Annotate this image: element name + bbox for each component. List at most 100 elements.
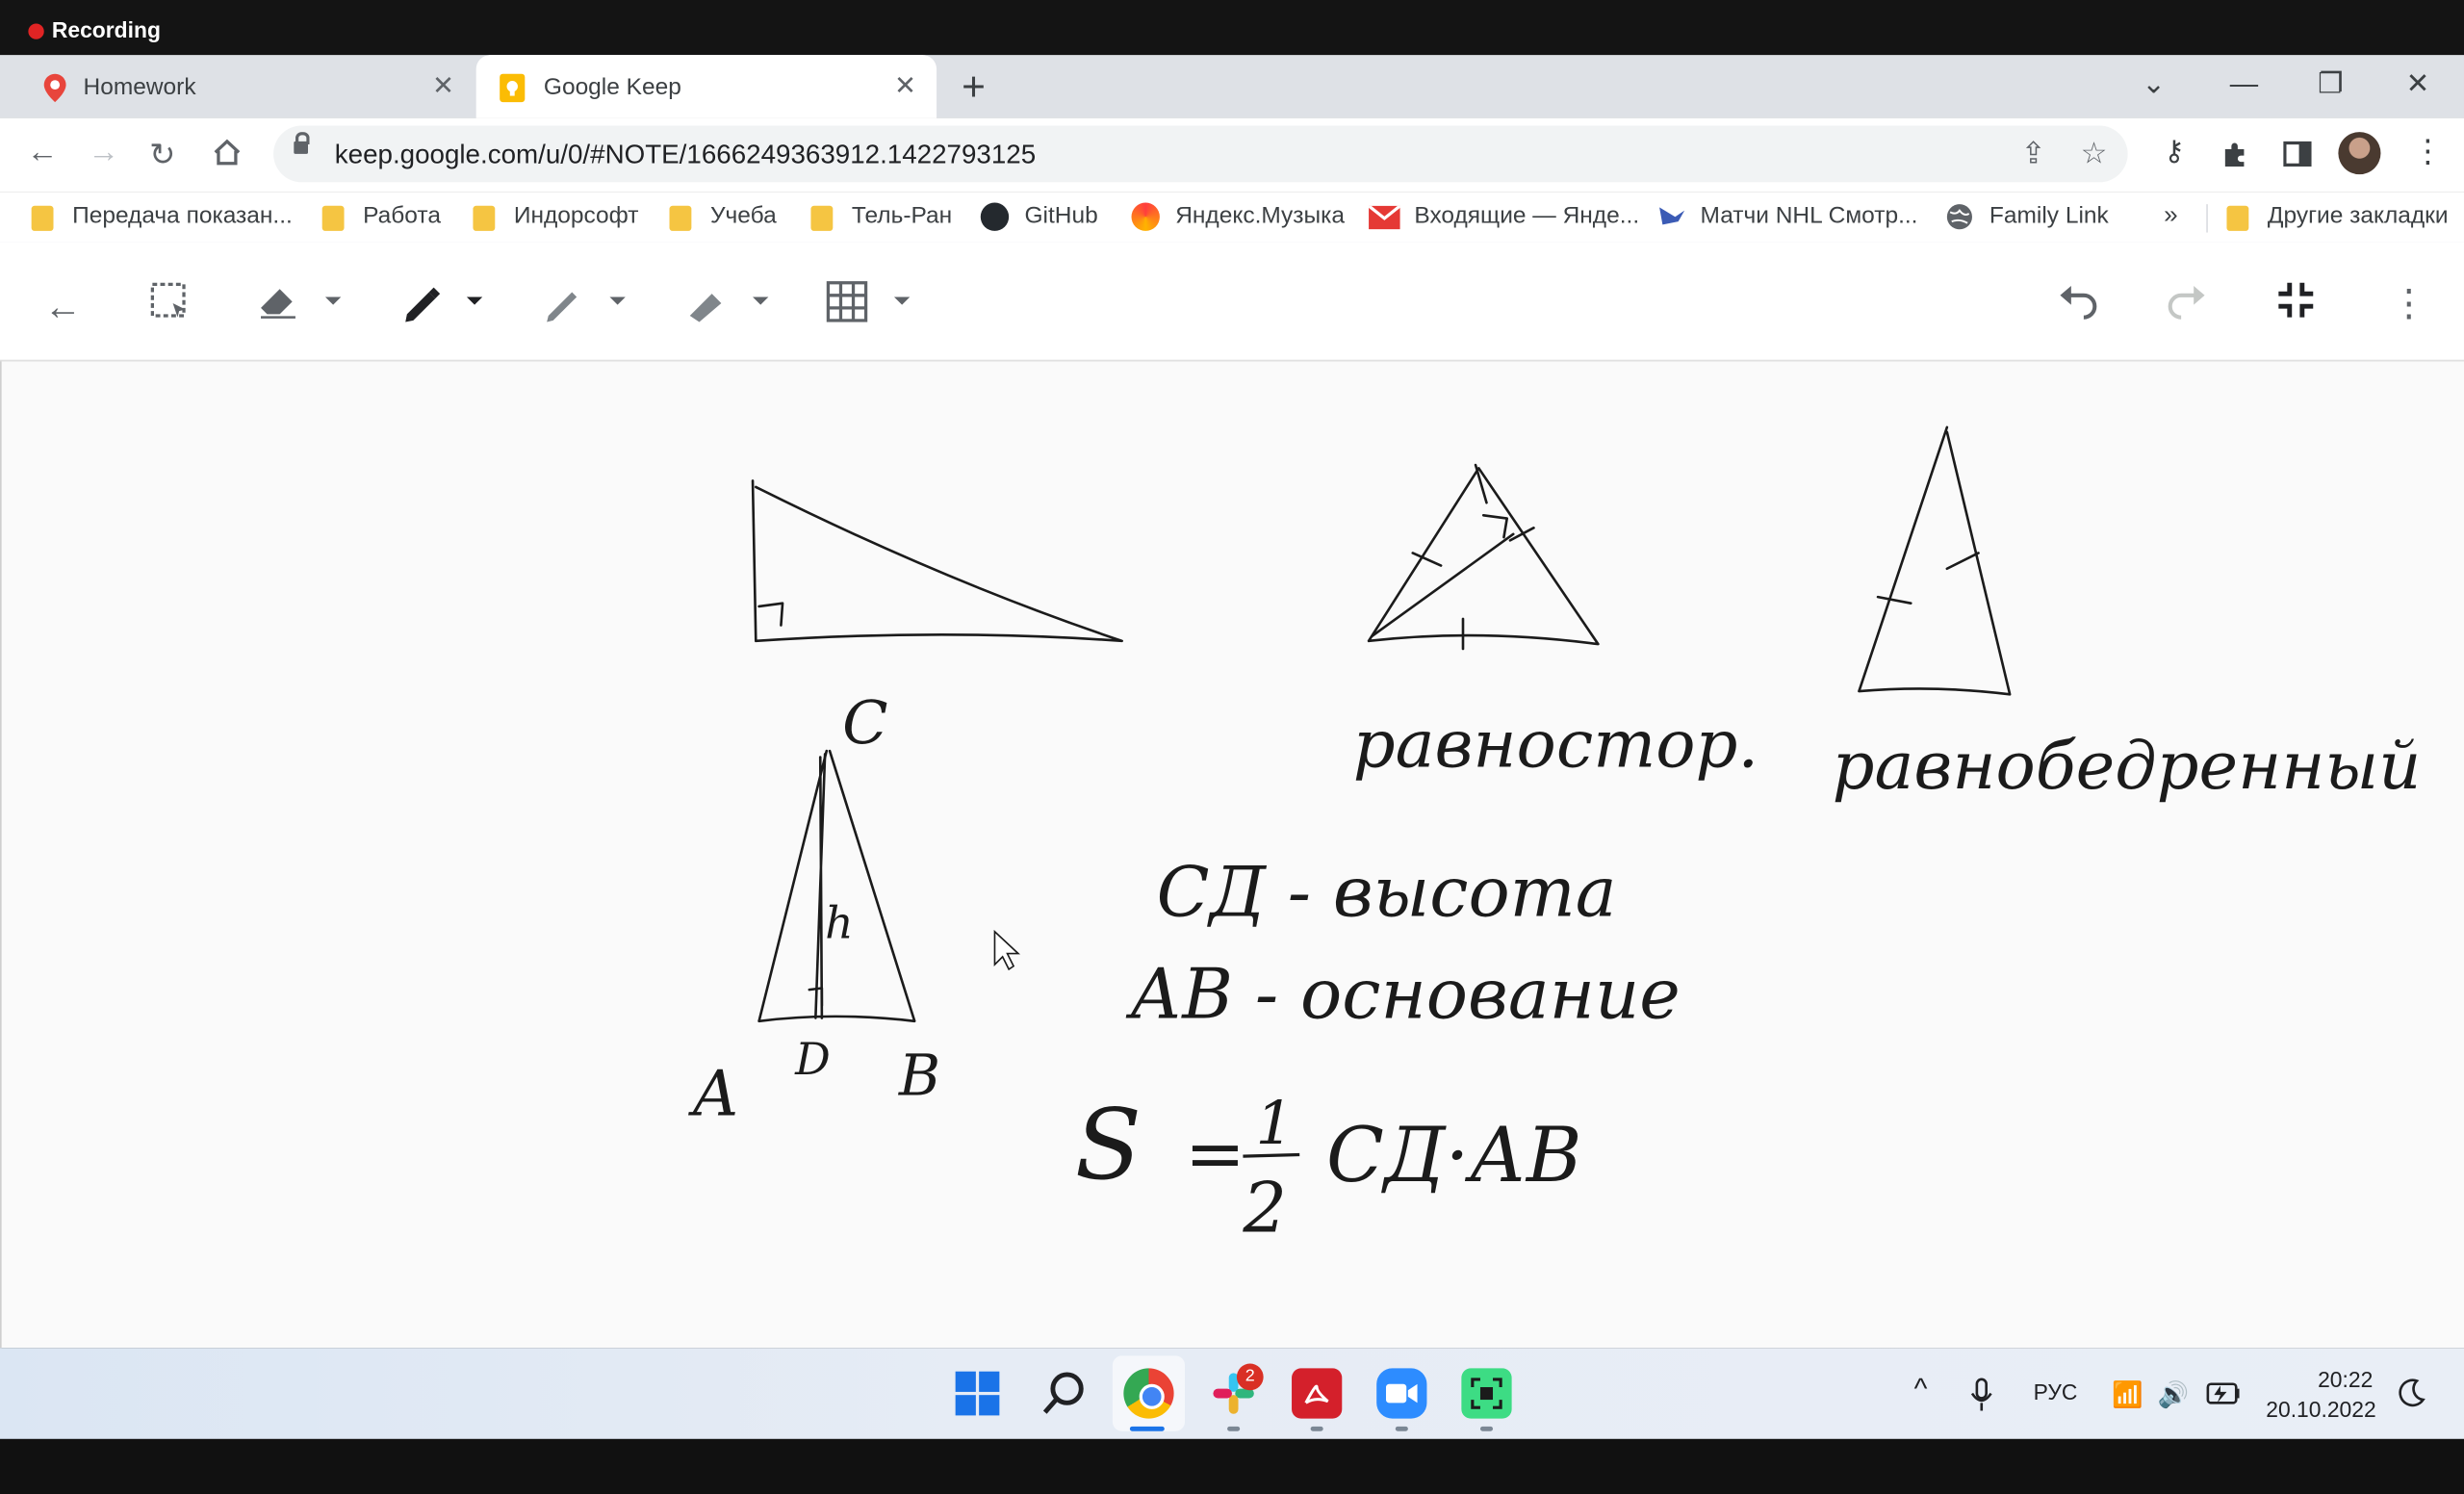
tab-homework-title: Homework — [83, 73, 196, 101]
isosceles-label: равнобедренный — [1833, 728, 2422, 805]
bookmark-item[interactable]: Входящие — Янде... — [1414, 203, 1639, 230]
right-triangle — [751, 479, 1124, 643]
folder-icon — [810, 205, 834, 231]
bookmarks-divider — [2206, 204, 2208, 233]
label-c: C — [842, 687, 887, 758]
back-arrow-icon[interactable]: ← — [27, 135, 59, 171]
label-b: B — [898, 1042, 940, 1108]
exit-fullscreen-icon[interactable] — [2272, 276, 2320, 323]
home-icon[interactable] — [212, 139, 242, 167]
bookmark-item[interactable]: Учеба — [710, 203, 777, 230]
grid-background-icon[interactable] — [825, 276, 869, 323]
eraser-tool-icon[interactable] — [254, 276, 301, 323]
volume-icon[interactable]: 🔊 — [2158, 1379, 2190, 1411]
tab-google-keep-close-icon[interactable]: ✕ — [894, 70, 916, 102]
marker-tool-icon[interactable] — [539, 276, 586, 323]
area-product: СД·АВ — [1326, 1112, 1582, 1199]
drawing-canvas[interactable]: C A D B h равностор. равнобедренный СД -… — [0, 361, 2464, 1349]
bookmark-item[interactable]: Индорсофт — [514, 203, 639, 230]
tab-strip: Homework ✕ Google Keep ✕ + ⌄ — ❐ ✕ — [0, 55, 2464, 118]
grid-dropdown-caret-icon[interactable] — [893, 296, 911, 305]
tray-chevron-up-icon[interactable]: ^ — [1914, 1373, 1928, 1405]
bookmarks-more-chevron[interactable]: » — [2164, 203, 2178, 231]
zoom-running-indicator — [1395, 1426, 1408, 1431]
bookmark-item[interactable]: Тель-Ран — [852, 203, 952, 230]
bookmark-item[interactable]: Яндекс.Музыка — [1175, 203, 1345, 230]
undo-icon[interactable] — [2056, 276, 2103, 323]
bookmark-item[interactable]: Работа — [363, 203, 441, 230]
bookmark-item[interactable]: Матчи NHL Смотр... — [1701, 203, 1918, 230]
slack-running-indicator — [1227, 1426, 1241, 1431]
chrome-menu-icon[interactable]: ⋮ — [2412, 132, 2444, 171]
tab-homework[interactable]: Homework ✕ — [0, 55, 472, 117]
select-tool-icon[interactable] — [149, 276, 190, 323]
system-clock[interactable]: 20:22 20.10.2022 — [2266, 1365, 2376, 1425]
bookmark-item[interactable]: Передача показан... — [72, 203, 293, 230]
marker-dropdown-caret-icon[interactable] — [609, 296, 626, 305]
search-icon[interactable] — [1040, 1370, 1088, 1417]
screen-capture-frame-icon — [1471, 1378, 1502, 1409]
forward-arrow-icon[interactable]: → — [88, 135, 119, 171]
drawing-toolbar: ← ⋮ — [0, 242, 2464, 362]
new-tab-plus-icon[interactable]: + — [962, 63, 986, 112]
lock-icon[interactable] — [294, 132, 310, 154]
triangle-abc — [757, 749, 916, 1023]
wifi-icon[interactable]: 📶 — [2112, 1379, 2143, 1411]
area-denominator: 2 — [1242, 1167, 1287, 1248]
side-panel-icon[interactable] — [2283, 140, 2312, 167]
battery-charging-icon[interactable] — [2203, 1380, 2241, 1405]
equilateral-label: равностор. — [1353, 706, 1758, 783]
other-bookmarks[interactable]: Другие закладки — [2268, 203, 2449, 230]
minimize-icon[interactable]: — — [2230, 67, 2258, 100]
bookmark-item[interactable]: GitHub — [1024, 203, 1097, 230]
redo-icon[interactable] — [2163, 276, 2210, 323]
isosceles-triangle — [1858, 425, 2012, 696]
tab-search-chevron-icon[interactable]: ⌄ — [2142, 67, 2166, 100]
area-s: S — [1075, 1088, 1142, 1201]
focus-moon-icon[interactable] — [2398, 1378, 2426, 1409]
input-language[interactable]: РУС — [2034, 1379, 2078, 1404]
bookmark-item[interactable]: Family Link — [1989, 203, 2109, 230]
highlighter-dropdown-caret-icon[interactable] — [753, 296, 769, 305]
tab-google-keep-title: Google Keep — [543, 73, 681, 101]
profile-avatar[interactable] — [2338, 132, 2381, 175]
area-equals: = — [1185, 1111, 1245, 1196]
acrobat-logo-icon — [1304, 1384, 1329, 1404]
acrobat-running-indicator — [1310, 1426, 1323, 1431]
omnibox[interactable]: keep.google.com/u/0/#NOTE/1666249363912.… — [273, 125, 2128, 183]
equilateral-tick-marks — [1411, 527, 1535, 651]
folder-icon — [473, 205, 496, 231]
microphone-icon[interactable] — [1970, 1378, 1992, 1412]
pen-dropdown-caret-icon[interactable] — [466, 296, 483, 305]
close-window-icon[interactable]: ✕ — [2406, 67, 2430, 100]
globe-icon — [1946, 204, 1972, 230]
highlighter-tool-icon[interactable] — [682, 276, 730, 323]
keep-back-arrow-icon[interactable]: ← — [44, 286, 82, 330]
restore-icon[interactable]: ❐ — [2318, 67, 2343, 100]
tab-google-keep[interactable]: Google Keep ✕ — [475, 55, 937, 118]
folder-icon — [2226, 205, 2249, 231]
pen-tool-icon[interactable] — [398, 276, 445, 323]
extensions-puzzle-icon[interactable] — [2220, 139, 2252, 170]
recording-bar: Recording — [0, 0, 2464, 56]
reload-icon[interactable]: ↻ — [149, 135, 175, 174]
windows-start-icon[interactable] — [954, 1370, 1001, 1417]
capture-running-indicator — [1479, 1426, 1494, 1431]
github-icon — [980, 202, 1010, 231]
taskbar: 2 ^ РУС 📶 🔊 20:22 20.10.2022 — [0, 1348, 2464, 1439]
drawing-strokes: C A D B h равностор. равнобедренный СД -… — [688, 425, 2422, 1248]
clock-time: 20:22 — [2318, 1366, 2374, 1392]
mail-icon — [1369, 205, 1400, 230]
isosceles-tick-marks — [1876, 552, 1980, 605]
label-d: D — [794, 1034, 831, 1085]
bookmarks-bar: Передача показан... Работа Индорсофт Уче… — [0, 192, 2464, 244]
url-text[interactable]: keep.google.com/u/0/#NOTE/1666249363912.… — [335, 140, 1036, 171]
tab-homework-close-icon[interactable]: ✕ — [432, 70, 454, 102]
share-icon[interactable]: ⇪ — [2021, 137, 2046, 173]
key-icon[interactable]: ⚷ — [2164, 135, 2185, 167]
homework-pin-icon — [43, 73, 66, 103]
bookmark-star-icon[interactable]: ☆ — [2081, 137, 2108, 173]
clock-date: 20.10.2022 — [2266, 1396, 2376, 1422]
eraser-dropdown-caret-icon[interactable] — [324, 296, 342, 305]
more-options-icon[interactable]: ⋮ — [2390, 281, 2427, 326]
